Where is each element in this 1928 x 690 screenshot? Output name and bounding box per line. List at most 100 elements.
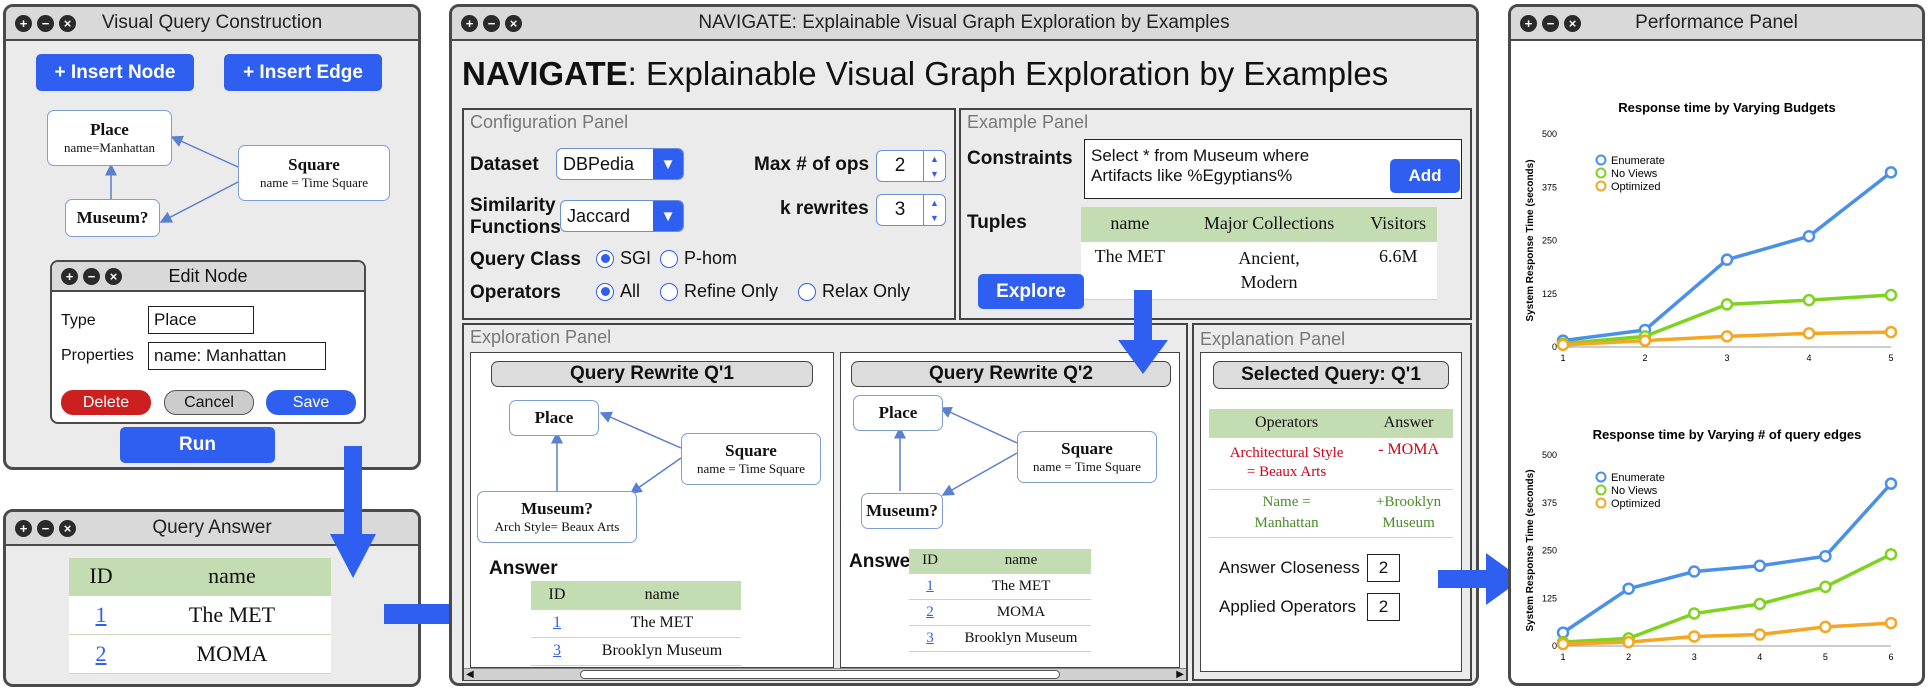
data-point [1687, 607, 1701, 620]
max-ops-value: 2 [894, 155, 906, 176]
node-label: Square [1061, 439, 1113, 458]
close-icon[interactable]: × [1564, 14, 1581, 32]
scroll-right-icon[interactable]: ▶ [1176, 669, 1184, 680]
radio-relax-only[interactable]: Relax Only [798, 281, 910, 302]
minus-icon[interactable]: − [1542, 14, 1559, 32]
radio-all[interactable]: All [596, 281, 640, 302]
legend-label: Enumerate [1611, 155, 1665, 167]
table-row: 3 Brooklyn Museum [909, 625, 1091, 652]
cell-line: Ancient, [1238, 247, 1300, 268]
data-point [1720, 253, 1734, 266]
max-ops-stepper[interactable]: 2 ▲ ▼ [876, 150, 946, 182]
graph-node-museum[interactable]: Museum? [861, 493, 943, 529]
edit-node-dialog: + − × Edit Node Type Place Properties name… [50, 260, 366, 424]
type-input[interactable]: Place [148, 306, 254, 334]
graph-node-museum[interactable]: Museum? Arch Style= Beaux Arts [477, 491, 637, 543]
chevron-up-icon[interactable]: ▲ [930, 154, 939, 164]
close-icon[interactable]: × [105, 267, 122, 285]
cancel-button[interactable]: Cancel [164, 390, 254, 415]
explore-button[interactable]: Explore [978, 274, 1084, 309]
graph-node-museum[interactable]: Museum? [65, 199, 160, 237]
id-link[interactable]: 3 [926, 630, 934, 646]
k-rewrites-stepper[interactable]: 3 ▲ ▼ [876, 194, 946, 226]
id-link[interactable]: 2 [926, 604, 934, 620]
data-point [1819, 620, 1832, 634]
radio-sgi[interactable]: SGI [596, 248, 651, 269]
close-icon[interactable]: × [59, 14, 76, 32]
graph-node-square[interactable]: Square name = Time Square [681, 433, 821, 485]
k-rewrites-label: k rewrites [780, 198, 869, 219]
radio-icon [660, 249, 678, 268]
save-button[interactable]: Save [266, 390, 356, 415]
delete-button[interactable]: Delete [61, 390, 151, 415]
graph-node-place[interactable]: Place [509, 400, 599, 436]
plus-icon[interactable]: + [61, 267, 78, 285]
radio-selected-icon [596, 249, 614, 268]
data-point [1687, 565, 1701, 578]
graph-node-square[interactable]: Square name = Time Square [238, 145, 390, 201]
legend-label: No Views [1611, 168, 1658, 180]
table-row: Name = Manhattan +Brooklyn Museum [1209, 489, 1453, 538]
cell-line: Modern [1240, 271, 1298, 292]
chevron-up-icon[interactable]: ▲ [930, 198, 939, 208]
id-link[interactable]: 1 [553, 614, 561, 631]
scrollbar-thumb[interactable] [580, 670, 1060, 679]
y-tick-label: 375 [1542, 182, 1557, 192]
configuration-panel: Configuration Panel Dataset DBPedia ▼ Sim… [462, 108, 956, 320]
minus-icon[interactable]: − [483, 14, 500, 32]
node-label: Place [90, 120, 129, 139]
add-button[interactable]: Add [1390, 159, 1460, 193]
table-row: 1 The MET [531, 609, 741, 638]
radio-refine-only[interactable]: Refine Only [660, 281, 778, 302]
plus-icon[interactable]: + [15, 519, 32, 537]
node-property: name = Time Square [259, 175, 369, 190]
plus-icon[interactable]: + [15, 14, 32, 32]
chevron-down-icon[interactable]: ▼ [930, 169, 939, 179]
example-panel-label: Example Panel [967, 112, 1089, 132]
page-title: NAVIGATE: Explainable Visual Graph Explo… [462, 55, 1388, 93]
minus-icon[interactable]: − [37, 14, 54, 32]
close-icon[interactable]: × [59, 519, 76, 537]
data-point [1638, 334, 1652, 347]
similarity-select[interactable]: Jaccard ▼ [560, 200, 684, 232]
graph-node-place[interactable]: Place [853, 395, 943, 431]
data-point [1884, 325, 1898, 339]
close-icon[interactable]: × [505, 14, 522, 32]
properties-label: Properties [61, 347, 134, 364]
data-point [1687, 630, 1701, 643]
x-tick-label: 2 [1626, 652, 1631, 662]
id-link[interactable]: 1 [926, 578, 934, 594]
plus-icon[interactable]: + [1520, 14, 1537, 32]
flow-arrow-down [330, 446, 376, 578]
radio-p-hom[interactable]: P-hom [660, 248, 737, 269]
node-label: Square [288, 155, 340, 174]
data-point [1753, 597, 1767, 611]
similarity-value: Jaccard [567, 205, 631, 226]
y-tick-label: 125 [1542, 593, 1557, 603]
data-point [1884, 616, 1898, 630]
data-point [1802, 327, 1816, 340]
minus-icon[interactable]: − [83, 267, 100, 285]
chevron-down-icon[interactable]: ▼ [930, 213, 939, 223]
y-tick-label: 500 [1542, 450, 1557, 460]
data-point [1884, 548, 1898, 561]
answer-closeness-label: Answer Closeness [1219, 558, 1360, 577]
flow-arrow-down-explore [1118, 290, 1168, 374]
horizontal-scrollbar[interactable]: ◀ ▶ [464, 668, 1186, 680]
chart-title: Response time by Varying # of query edge… [1593, 427, 1862, 442]
graph-node-place[interactable]: Place name=Manhattan [47, 110, 172, 166]
id-link[interactable]: 1 [96, 602, 107, 627]
minus-icon[interactable]: − [37, 519, 54, 537]
explanation-panel-label: Explanation Panel [1200, 329, 1346, 349]
legend-marker [1595, 167, 1607, 179]
plus-icon[interactable]: + [461, 14, 478, 32]
y-tick-label: 375 [1542, 498, 1557, 508]
scroll-left-icon[interactable]: ◀ [466, 669, 474, 680]
properties-input[interactable]: name: Manhattan [148, 342, 326, 370]
id-link[interactable]: 2 [96, 641, 107, 666]
graph-node-square[interactable]: Square name = Time Square [1017, 431, 1157, 483]
dataset-select[interactable]: DBPedia ▼ [556, 148, 684, 180]
id-link[interactable]: 3 [553, 642, 561, 659]
run-button[interactable]: Run [120, 427, 275, 463]
data-point [1622, 582, 1635, 595]
